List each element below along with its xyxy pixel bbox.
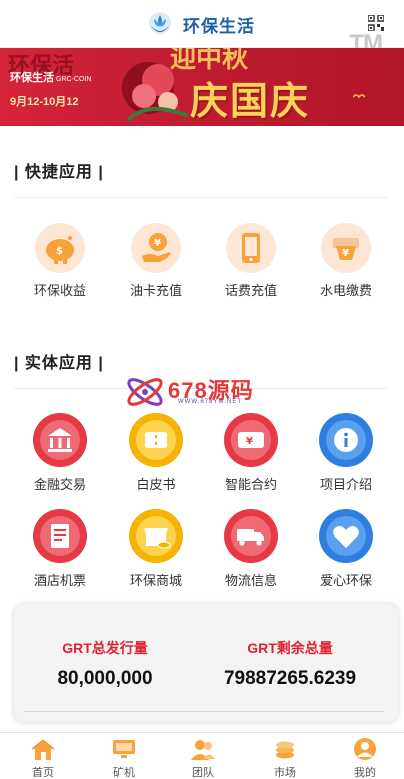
physical-item-charity[interactable]: 爱心环保: [301, 508, 391, 589]
yen-ticket-icon: ¥: [224, 413, 278, 467]
promo-banner[interactable]: 环保活 环保生活 GRC-COIN 9月12-10月12 迎中秋 庆国庆: [0, 48, 404, 126]
issued-value: 80,000,000: [57, 668, 153, 689]
physical-item-hotel-flight[interactable]: 酒店机票: [15, 508, 105, 589]
tab-home[interactable]: 首页: [13, 738, 73, 779]
tab-label: 首页: [32, 767, 54, 779]
app-header: 环保生活 TM: [0, 0, 404, 57]
remaining-label: GRT剩余总量: [247, 640, 333, 656]
phone-icon: [226, 223, 276, 273]
stats-divider: [24, 711, 384, 712]
token-stats-card: GRT总发行量 80,000,000 GRT剩余总量 79887265.6239: [14, 604, 398, 722]
tab-team[interactable]: 团队: [173, 738, 233, 779]
atom-logo-icon: [127, 378, 163, 406]
ticket-icon: [129, 413, 183, 467]
issued-stat: GRT总发行量 80,000,000: [30, 638, 180, 690]
physical-item-eco-mall[interactable]: 环保商城: [111, 508, 201, 589]
banner-dates: 9月12-10月12: [10, 96, 79, 108]
piggy-bank-icon: $: [35, 223, 85, 273]
banner-festival-title: 庆国庆: [190, 78, 311, 123]
quick-item-label: 水电缴费: [319, 283, 372, 298]
physical-item-label: 物流信息: [224, 573, 277, 588]
bird-icon: [353, 94, 365, 99]
bank-icon: [33, 413, 87, 467]
svg-text:¥: ¥: [342, 248, 349, 259]
banner-brand: 环保生活 GRC-COIN: [10, 72, 92, 84]
document-icon: [33, 509, 87, 563]
quick-item-phone-topup[interactable]: 话费充值: [206, 222, 296, 299]
qrcode-icon[interactable]: [368, 15, 384, 31]
quick-item-label: 话费充值: [224, 283, 277, 298]
watermark-url: WWW.678YM.NET: [178, 399, 243, 405]
physical-item-logistics[interactable]: 物流信息: [206, 508, 296, 589]
home-icon: [31, 739, 55, 760]
physical-item-finance[interactable]: 金融交易: [15, 412, 105, 493]
quick-item-label: 环保收益: [33, 283, 86, 298]
svg-text:¥: ¥: [246, 436, 253, 447]
physical-item-project-intro[interactable]: 项目介绍: [301, 412, 391, 493]
section-divider: [14, 197, 388, 198]
section-title-quick: | 快捷应用 |: [14, 164, 104, 181]
bottom-tab-bar: 首页 矿机 团队 市场 我的: [0, 732, 404, 779]
physical-item-whitepaper[interactable]: 白皮书: [111, 412, 201, 493]
tab-label: 团队: [192, 767, 214, 779]
tab-label: 矿机: [113, 767, 135, 779]
physical-item-smart-contract[interactable]: ¥ 智能合约: [206, 412, 296, 493]
heart-icon: [319, 509, 373, 563]
remaining-stat: GRT剩余总量 79887265.6239: [210, 638, 370, 690]
info-icon: [319, 413, 373, 467]
quick-item-label: 油卡充值: [129, 283, 182, 298]
tab-label: 我的: [354, 767, 376, 779]
section-title-physical: | 实体应用 |: [14, 355, 104, 372]
watermark: 678源码 WWW.678YM.NET: [124, 372, 284, 412]
yen-bill-icon: ¥: [321, 223, 371, 273]
issued-label: GRT总发行量: [62, 640, 148, 656]
remaining-value: 79887265.6239: [223, 668, 357, 689]
physical-item-label: 酒店机票: [33, 573, 86, 588]
physical-item-label: 智能合约: [224, 477, 277, 492]
physical-item-label: 爱心环保: [319, 573, 372, 588]
svg-text:$: $: [56, 246, 63, 257]
monitor-icon: [113, 740, 135, 758]
tab-miner[interactable]: 矿机: [94, 738, 154, 779]
tab-profile[interactable]: 我的: [335, 738, 395, 779]
user-icon: [354, 738, 376, 760]
physical-item-label: 环保商城: [129, 573, 182, 588]
brand: 环保生活: [145, 10, 255, 38]
quick-item-utility-bill[interactable]: ¥ 水电缴费: [301, 222, 391, 299]
physical-item-label: 项目介绍: [319, 477, 372, 492]
tab-market[interactable]: 市场: [255, 738, 315, 779]
svg-text:¥: ¥: [154, 238, 161, 249]
team-icon: [191, 740, 215, 760]
coin-hand-icon: ¥: [131, 223, 181, 273]
physical-item-label: 白皮书: [136, 477, 176, 492]
tab-label: 市场: [274, 767, 296, 779]
truck-icon: [224, 509, 278, 563]
coins-icon: [276, 741, 294, 759]
lotus-hands-icon: [149, 12, 171, 34]
quick-item-fuel-card[interactable]: ¥ 油卡充值: [111, 222, 201, 299]
quick-item-eco-income[interactable]: $ 环保收益: [15, 222, 105, 299]
app-title: 环保生活: [183, 16, 255, 36]
shop-icon: [129, 509, 183, 563]
physical-item-label: 金融交易: [33, 477, 86, 492]
